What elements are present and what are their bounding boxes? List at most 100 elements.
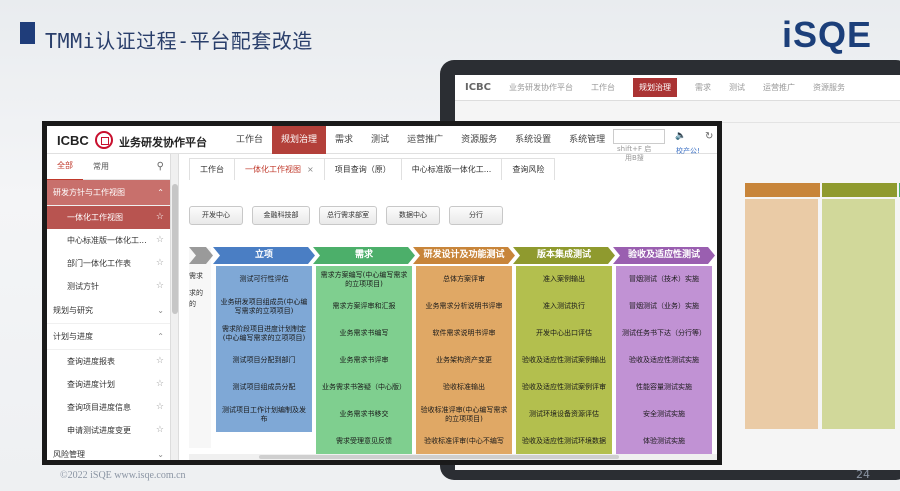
sidebar-group-policy[interactable]: 研发方针与工作视图 ⌃ — [47, 180, 170, 206]
sidebar-item-project-progress[interactable]: 查询项目进度信息 ☆ — [47, 396, 170, 419]
phase-task-cell[interactable]: 业务需求分析说明书评审 — [416, 293, 512, 320]
phase-task-cell[interactable]: 验收标准输出 — [416, 374, 512, 401]
phase-task-cell[interactable]: 总体方案评审 — [416, 266, 512, 293]
phase-task-cell[interactable]: 冒烟测试（技术）实施 — [616, 266, 712, 293]
star-icon[interactable]: ☆ — [156, 373, 164, 396]
phase-header: 需求 — [313, 247, 415, 264]
phase-task-cell[interactable]: 性能容量测试实施 — [616, 374, 712, 401]
sidebar-tab-common[interactable]: 常用 — [83, 154, 119, 180]
phase-task-cell[interactable]: 验收及适应性测试实施 — [616, 347, 712, 374]
nav-system-settings[interactable]: 系统设置 — [506, 126, 560, 154]
data-center-button[interactable]: 数据中心 — [386, 206, 440, 225]
nav-resources[interactable]: 资源服务 — [452, 126, 506, 154]
close-icon[interactable]: × — [307, 165, 314, 174]
star-icon[interactable]: ☆ — [156, 396, 164, 419]
page-number: 24 — [856, 468, 870, 481]
phase-task-cell[interactable]: 需求阶段项目进度计划制定(中心编写需求的立项项目) — [216, 320, 312, 347]
branch-button[interactable]: 分行 — [449, 206, 503, 225]
phase-task-cell[interactable]: 需求方案评审和汇报 — [316, 293, 412, 320]
monitor-column — [822, 199, 895, 429]
phase-task-cell[interactable]: 准入案例输出 — [516, 266, 612, 293]
phase-task-cell[interactable]: 业务需求书编写 — [316, 320, 412, 347]
monitor-tabs — [455, 101, 900, 123]
phase-header: 研发设计及功能测试 — [413, 247, 515, 264]
phase-task-cell[interactable]: 业务需求书答疑（中心版） — [316, 374, 412, 401]
chevron-down-icon: ⌄ — [157, 450, 164, 459]
speaker-icon[interactable]: 🔈 — [675, 131, 686, 141]
star-icon[interactable]: ☆ — [156, 206, 164, 229]
laptop-screen-frame: ICBC 业务研发协作平台 工作台 规划治理 需求 测试 运营推广 资源服务 系… — [42, 121, 722, 465]
sidebar-scrollbar[interactable] — [171, 154, 179, 460]
brand-name: 业务研发协作平台 — [119, 136, 207, 149]
phase-task-cell[interactable]: 准入测试执行 — [516, 293, 612, 320]
phase-task-cell[interactable]: 业务研发项目组成员(中心编写需求的立项项目) — [216, 293, 312, 320]
star-icon[interactable]: ☆ — [156, 229, 164, 252]
board-horizontal-scrollbar[interactable] — [189, 454, 717, 460]
sidebar-item-change-request[interactable]: 申请测试进度变更 ☆ — [47, 419, 170, 442]
tab-integrated-view[interactable]: 一体化工作视图 × — [234, 158, 325, 180]
search-icon[interactable]: ⚲ — [157, 161, 164, 172]
phase-task-cell[interactable]: 业务架构资产变更 — [416, 347, 512, 374]
phase-task-cell[interactable]: 测试环境设备资源评估 — [516, 401, 612, 428]
refresh-icon[interactable]: ↻ — [705, 131, 713, 142]
tab-project-query[interactable]: 项目查询（原） — [323, 158, 402, 180]
sidebar-tab-all[interactable]: 全部 — [47, 154, 83, 181]
scrollbar-thumb[interactable] — [259, 455, 619, 459]
scrollbar-thumb[interactable] — [172, 184, 178, 314]
nav-testing[interactable]: 测试 — [362, 126, 398, 154]
phase-task-cell[interactable]: 业务需求书评审 — [316, 347, 412, 374]
dev-center-button[interactable]: 开发中心 — [189, 206, 243, 225]
star-icon[interactable]: ☆ — [156, 252, 164, 275]
monitor-nav-item: 规划治理 — [633, 78, 678, 97]
nav-requirements[interactable]: 需求 — [326, 126, 362, 154]
phase-task-cell[interactable]: 验收及适应性测试案例输出 — [516, 347, 612, 374]
phase-task-cell[interactable]: 需求受理意见反馈 — [316, 428, 412, 455]
phase-task-cell[interactable]: 软件需求说明书评审 — [416, 320, 512, 347]
tab-risk-query[interactable]: 查询风险 — [501, 158, 556, 180]
star-icon[interactable]: ☆ — [156, 350, 164, 373]
star-icon[interactable]: ☆ — [156, 275, 164, 298]
sidebar-group-planning[interactable]: 规划与研究 ⌄ — [47, 298, 170, 324]
phase-task-cell[interactable]: 安全测试实施 — [616, 401, 712, 428]
sidebar-group-risk[interactable]: 风险管理 ⌄ — [47, 442, 170, 460]
nav-workbench[interactable]: 工作台 — [227, 126, 272, 154]
chevron-up-icon: ⌃ — [157, 188, 164, 197]
phase-task-cell[interactable]: 测试可行性评估 — [216, 266, 312, 293]
phase-task-cell[interactable]: 业务需求书移交 — [316, 401, 412, 428]
sidebar-item-progress-plan[interactable]: 查询进度计划 ☆ — [47, 373, 170, 396]
nav-operations[interactable]: 运营推广 — [398, 126, 452, 154]
phase-task-cell[interactable]: 验收标准评审(中心不编写 — [416, 428, 512, 455]
logo-text: iSQE — [781, 14, 872, 55]
phase-task-cell[interactable]: 需求方案编写(中心编写需求的立项项目) — [316, 266, 412, 293]
phase-task-cell[interactable]: 开发中心出口评估 — [516, 320, 612, 347]
sidebar: 全部 常用 ⚲ 研发方针与工作视图 ⌃ 一体化工作视图 ☆ 中心标准版一体化工...… — [47, 154, 171, 460]
sidebar-item-progress-report[interactable]: 查询进度报表 ☆ — [47, 350, 170, 373]
phase-task-cell[interactable]: 验收及适应性测试环境数据 — [516, 428, 612, 455]
slide-title: TMMi认证过程-平台配套改造 — [45, 29, 313, 53]
sidebar-item-center-standard[interactable]: 中心标准版一体化工... ☆ — [47, 229, 170, 252]
isqe-logo: iSQE — [782, 14, 872, 56]
phase-task-cell[interactable]: 冒烟测试（业务）实施 — [616, 293, 712, 320]
top-link[interactable]: 校产公! — [676, 146, 700, 156]
global-search-input[interactable] — [613, 129, 665, 144]
sidebar-item-integrated-view[interactable]: 一体化工作视图 ☆ — [47, 206, 170, 229]
chevron-down-icon: ⌄ — [157, 306, 164, 315]
sidebar-group-schedule[interactable]: 计划与进度 ⌃ — [47, 324, 170, 350]
sidebar-item-test-policy[interactable]: 测试方针 ☆ — [47, 275, 170, 298]
phase-task-cell[interactable]: 测试任务书下达（分行等） — [616, 320, 712, 347]
hq-requirements-button[interactable]: 总行需求部室 — [319, 206, 377, 225]
phase-task-cell[interactable]: 验收标准评审(中心编写需求的立项项目) — [416, 401, 512, 428]
phase-task-cell[interactable]: 测试项目分配到部门 — [216, 347, 312, 374]
tab-center-standard[interactable]: 中心标准版一体化工... — [400, 158, 503, 180]
app-topbar: ICBC 业务研发协作平台 工作台 规划治理 需求 测试 运营推广 资源服务 系… — [47, 126, 717, 162]
phase-task-cell[interactable]: 体验测试实施 — [616, 428, 712, 455]
phase-task-cell[interactable]: 测试项目组成员分配 — [216, 374, 312, 401]
nav-system-management[interactable]: 系统管理 — [560, 126, 614, 154]
star-icon[interactable]: ☆ — [156, 419, 164, 442]
phase-task-cell[interactable]: 验收及适应性测试案例评审 — [516, 374, 612, 401]
nav-planning-governance[interactable]: 规划治理 — [272, 126, 327, 154]
phase-task-cell[interactable]: 测试项目工作计划编制及发布 — [216, 401, 312, 428]
fintech-button[interactable]: 金融科技部 — [252, 206, 310, 225]
sidebar-item-dept-table[interactable]: 部门一体化工作表 ☆ — [47, 252, 170, 275]
tab-workbench[interactable]: 工作台 — [189, 158, 235, 180]
